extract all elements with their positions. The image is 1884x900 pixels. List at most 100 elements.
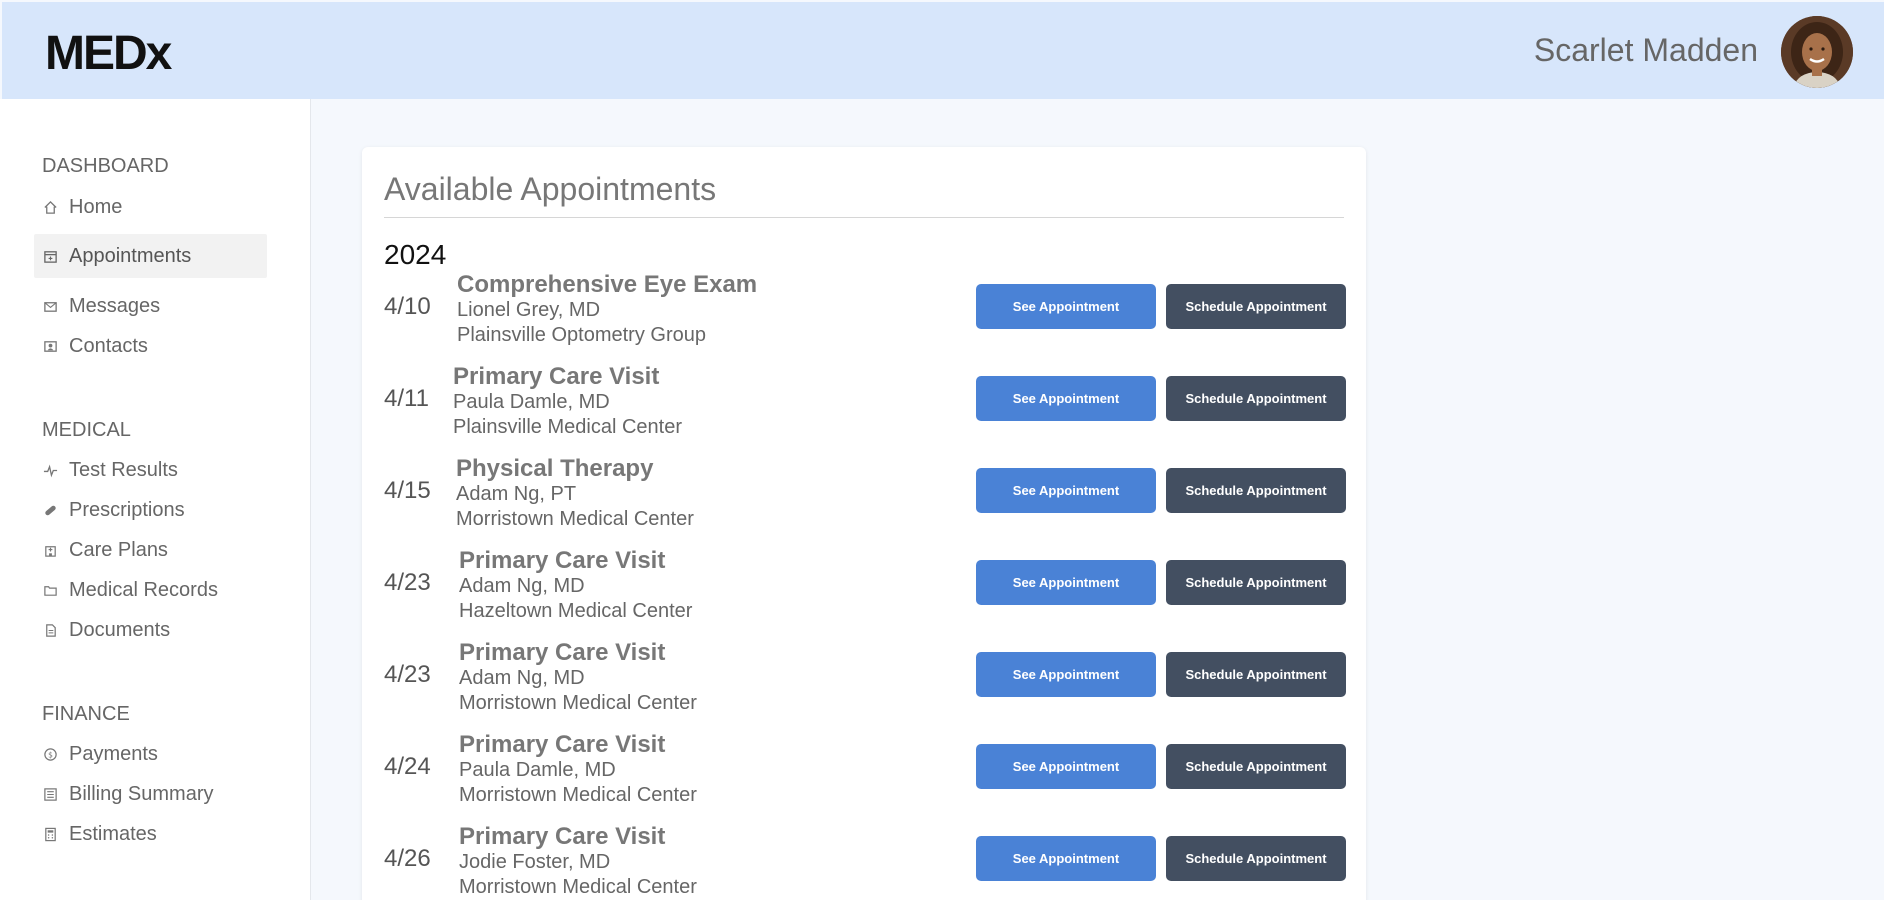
sidebar-item-documents[interactable]: Documents: [34, 608, 267, 652]
calendar-icon: [42, 248, 59, 265]
dollar-circle-icon: $: [42, 746, 59, 763]
sidebar-item-label: Messages: [69, 294, 161, 317]
appointment-provider: Paula Damle, MD: [453, 391, 610, 413]
see-appointment-button[interactable]: See Appointment: [976, 468, 1156, 513]
page-title: Available Appointments: [384, 171, 717, 207]
appointment-provider: Adam Ng, MD: [459, 575, 585, 597]
contact-card-icon: [42, 338, 59, 355]
sidebar-item-test-results[interactable]: Test Results: [34, 448, 267, 492]
appointment-row: 4/10 Comprehensive Eye Exam Lionel Grey,…: [384, 271, 1346, 363]
sidebar-item-appointments[interactable]: Appointments: [34, 234, 267, 278]
app-logo[interactable]: MEDx: [45, 26, 172, 81]
sidebar-item-label: Home: [69, 195, 123, 218]
sidebar-item-label: Appointments: [69, 244, 192, 267]
see-appointment-button[interactable]: See Appointment: [976, 284, 1156, 329]
top-header: MEDx Scarlet Madden: [2, 2, 1884, 99]
billing-icon: [42, 786, 59, 803]
appointment-provider: Jodie Foster, MD: [459, 851, 611, 873]
title-divider: [384, 217, 1344, 218]
section-finance-title: FINANCE: [42, 703, 130, 725]
appointment-location: Morristown Medical Center: [459, 876, 697, 898]
see-appointment-button[interactable]: See Appointment: [976, 652, 1156, 697]
appointment-date: 4/23: [384, 661, 431, 688]
pill-icon: [42, 502, 59, 519]
appointment-date: 4/26: [384, 845, 431, 872]
sidebar-item-prescriptions[interactable]: Prescriptions: [34, 488, 267, 532]
appointment-location: Plainsville Optometry Group: [457, 324, 706, 346]
appointment-date: 4/10: [384, 293, 431, 320]
appointment-location: Morristown Medical Center: [459, 692, 697, 714]
sidebar-item-label: Test Results: [69, 458, 178, 481]
appointment-title: Primary Care Visit: [459, 547, 666, 574]
schedule-appointment-button[interactable]: Schedule Appointment: [1166, 284, 1346, 329]
sidebar-item-label: Documents: [69, 618, 171, 641]
sidebar-item-label: Medical Records: [69, 578, 218, 601]
sidebar-item-care-plans[interactable]: Care Plans: [34, 528, 267, 572]
appointment-location: Morristown Medical Center: [456, 508, 694, 530]
document-icon: [42, 622, 59, 639]
appointment-title: Primary Care Visit: [459, 823, 666, 850]
appointment-title: Primary Care Visit: [453, 363, 660, 390]
sidebar-item-contacts[interactable]: Contacts: [34, 324, 267, 368]
schedule-appointment-button[interactable]: Schedule Appointment: [1166, 744, 1346, 789]
pulse-icon: [42, 462, 59, 479]
appointment-row: 4/15 Physical Therapy Adam Ng, PT Morris…: [384, 455, 1346, 547]
sidebar-item-label: Care Plans: [69, 538, 168, 561]
see-appointment-button[interactable]: See Appointment: [976, 836, 1156, 881]
hospital-icon: [42, 542, 59, 559]
schedule-appointment-button[interactable]: Schedule Appointment: [1166, 652, 1346, 697]
sidebar-item-label: Billing Summary: [69, 782, 214, 805]
schedule-appointment-button[interactable]: Schedule Appointment: [1166, 468, 1346, 513]
envelope-icon: [42, 298, 59, 315]
sidebar-item-label: Prescriptions: [69, 498, 185, 521]
schedule-appointment-button[interactable]: Schedule Appointment: [1166, 836, 1346, 881]
sidebar-item-label: Estimates: [69, 822, 157, 845]
appointment-location: Hazeltown Medical Center: [459, 600, 693, 622]
schedule-appointment-button[interactable]: Schedule Appointment: [1166, 560, 1346, 605]
sidebar-item-billing-summary[interactable]: Billing Summary: [34, 772, 267, 816]
sidebar-item-estimates[interactable]: Estimates: [34, 812, 267, 856]
year-heading: 2024: [384, 239, 447, 270]
see-appointment-button[interactable]: See Appointment: [976, 560, 1156, 605]
sidebar-item-messages[interactable]: Messages: [34, 284, 267, 328]
appointment-date: 4/15: [384, 477, 431, 504]
appointment-info: Primary Care Visit Adam Ng, MD Hazeltown…: [459, 547, 692, 624]
folder-icon: [42, 582, 59, 599]
section-medical-title: MEDICAL: [42, 419, 131, 441]
see-appointment-button[interactable]: See Appointment: [976, 744, 1156, 789]
appointment-info: Primary Care Visit Paula Damle, MD Plain…: [453, 363, 682, 440]
user-name: Scarlet Madden: [1533, 32, 1758, 68]
section-dashboard-title: DASHBOARD: [42, 155, 169, 177]
sidebar-item-label: Payments: [69, 742, 158, 765]
appointment-info: Primary Care Visit Paula Damle, MD Morri…: [459, 731, 697, 808]
appointment-row: 4/11 Primary Care Visit Paula Damle, MD …: [384, 363, 1346, 455]
appointment-date: 4/23: [384, 569, 431, 596]
appointment-provider: Adam Ng, PT: [456, 483, 577, 505]
sidebar-item-home[interactable]: Home: [34, 185, 267, 229]
appointment-title: Primary Care Visit: [459, 731, 666, 758]
appointments-card: Available Appointments 2024 4/10 Compreh…: [362, 147, 1366, 900]
appointment-row: 4/26 Primary Care Visit Jodie Foster, MD…: [384, 823, 1346, 900]
schedule-appointment-button[interactable]: Schedule Appointment: [1166, 376, 1346, 421]
appointment-info: Primary Care Visit Jodie Foster, MD Morr…: [459, 823, 697, 900]
appointment-provider: Adam Ng, MD: [459, 667, 585, 689]
appointment-info: Primary Care Visit Adam Ng, MD Morristow…: [459, 639, 697, 716]
home-icon: [42, 199, 59, 216]
appointment-date: 4/11: [384, 385, 429, 412]
appointment-title: Primary Care Visit: [459, 639, 666, 666]
user-avatar[interactable]: [1781, 16, 1853, 88]
appointment-row: 4/24 Primary Care Visit Paula Damle, MD …: [384, 731, 1346, 823]
appointment-date: 4/24: [384, 753, 431, 780]
sidebar-item-medical-records[interactable]: Medical Records: [34, 568, 267, 612]
appointment-info: Comprehensive Eye Exam Lionel Grey, MD P…: [457, 271, 757, 348]
appointment-location: Morristown Medical Center: [459, 784, 697, 806]
see-appointment-button[interactable]: See Appointment: [976, 376, 1156, 421]
svg-text:$: $: [48, 750, 53, 759]
appointment-row: 4/23 Primary Care Visit Adam Ng, MD Morr…: [384, 639, 1346, 731]
appointment-info: Physical Therapy Adam Ng, PT Morristown …: [456, 455, 694, 532]
appointment-title: Comprehensive Eye Exam: [457, 271, 758, 298]
sidebar-item-payments[interactable]: $ Payments: [34, 732, 267, 776]
appointment-location: Plainsville Medical Center: [453, 416, 682, 438]
sidebar-item-label: Contacts: [69, 334, 148, 357]
appointment-provider: Lionel Grey, MD: [457, 299, 601, 321]
